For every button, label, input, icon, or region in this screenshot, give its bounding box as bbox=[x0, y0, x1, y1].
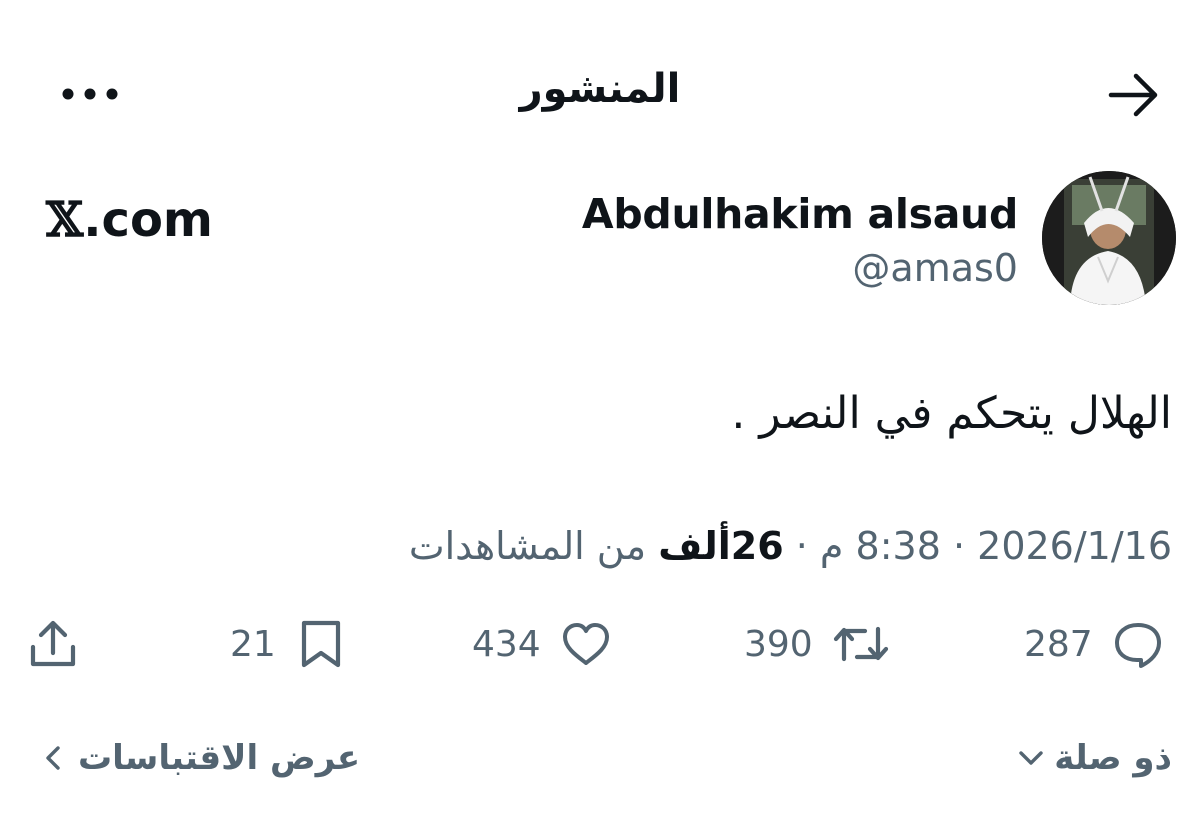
like-button[interactable]: 434 bbox=[472, 612, 613, 676]
author-display-name[interactable]: Abdulhakim alsaud bbox=[582, 190, 1018, 238]
share-button[interactable] bbox=[26, 612, 80, 676]
repost-count: 390 bbox=[744, 623, 813, 665]
avatar-image bbox=[1042, 171, 1176, 305]
more-options-button[interactable] bbox=[58, 78, 122, 110]
tweet-time[interactable]: 8:38 م bbox=[820, 524, 941, 568]
related-label: ذو صلة bbox=[1054, 738, 1172, 778]
page-title: المنشور bbox=[519, 66, 681, 112]
chevron-down-icon bbox=[1019, 751, 1043, 765]
author-handle[interactable]: @amas0 bbox=[852, 246, 1018, 290]
tweet-meta: 2026/1/16 · 8:38 م · 26ألف من المشاهدات bbox=[409, 524, 1172, 568]
quotes-label: عرض الاقتباسات bbox=[78, 738, 361, 778]
x-logo: 𝕏 bbox=[46, 192, 84, 248]
chevron-left-icon bbox=[46, 746, 60, 770]
views-count: 26ألف bbox=[658, 524, 784, 568]
reply-button[interactable]: 287 bbox=[1024, 612, 1165, 676]
tweet-text: الهلال يتحكم في النصر . bbox=[731, 388, 1172, 439]
share-icon bbox=[30, 620, 76, 667]
bookmark-icon bbox=[301, 620, 340, 668]
back-button[interactable] bbox=[1103, 70, 1163, 120]
view-quotes-link[interactable]: عرض الاقتباسات bbox=[38, 738, 360, 778]
bookmark-count: 21 bbox=[230, 623, 276, 665]
meta-separator: · bbox=[952, 524, 966, 568]
bookmark-button[interactable]: 21 bbox=[230, 612, 348, 676]
related-dropdown[interactable]: ذو صلة bbox=[1016, 738, 1172, 778]
more-horizontal-icon bbox=[62, 88, 118, 100]
post-page: المنشور Abdulhakim alsaud @amas0 𝕏.com ا… bbox=[0, 0, 1200, 829]
like-count: 434 bbox=[472, 623, 541, 665]
heart-icon bbox=[562, 623, 609, 665]
x-com-watermark: 𝕏.com bbox=[46, 192, 213, 248]
tweet-date[interactable]: 2026/1/16 bbox=[977, 524, 1172, 568]
reply-count: 287 bbox=[1024, 623, 1093, 665]
repost-button[interactable]: 390 bbox=[744, 612, 891, 676]
views-label: من المشاهدات bbox=[408, 524, 647, 568]
repost-icon bbox=[833, 626, 888, 662]
avatar[interactable] bbox=[1042, 171, 1176, 305]
arrow-right-icon bbox=[1108, 73, 1158, 117]
meta-separator: · bbox=[795, 524, 808, 568]
reply-icon bbox=[1114, 623, 1161, 668]
brand-domain: .com bbox=[83, 192, 213, 248]
